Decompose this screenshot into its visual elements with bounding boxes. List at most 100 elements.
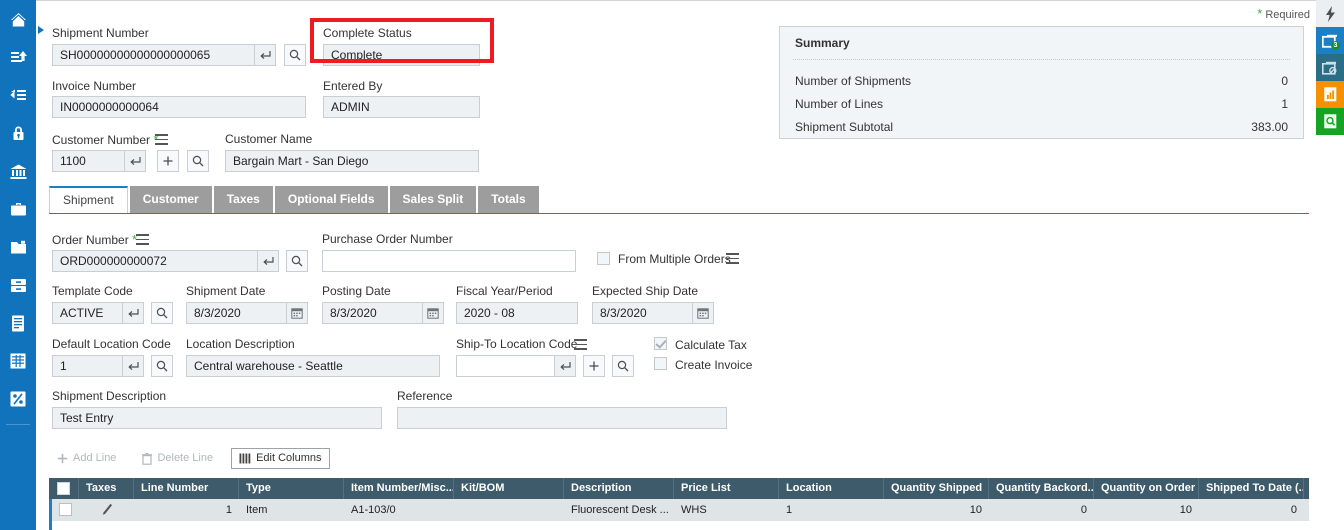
template-code-search-button[interactable] — [151, 302, 173, 324]
grid-col-price-list[interactable]: Price List — [674, 478, 779, 499]
reference-input[interactable] — [397, 407, 727, 429]
ship-to-location-code-menu-icon[interactable] — [574, 339, 587, 350]
complete-status-value: Complete — [323, 44, 480, 66]
customer-number-add-button[interactable] — [157, 150, 179, 172]
grid-col-kit-bom[interactable]: Kit/BOM — [454, 478, 564, 499]
grid-col-quantity-backordered[interactable]: Quantity Backord... — [989, 478, 1094, 499]
ship-to-location-code-add-button[interactable] — [583, 355, 605, 377]
purchase-order-number-input[interactable] — [322, 250, 576, 272]
window-stack-icon[interactable]: 3 — [1316, 27, 1344, 54]
required-asterisk: * — [1257, 6, 1263, 21]
drawer-icon[interactable] — [0, 266, 36, 304]
create-invoice-checkbox[interactable] — [654, 357, 667, 370]
grid-col-item-number[interactable]: Item Number/Misc.... — [344, 478, 454, 499]
rail-divider — [6, 424, 30, 425]
row-description: Fluorescent Desk ... — [571, 504, 669, 516]
calculate-tax-checkbox[interactable] — [654, 337, 667, 350]
document-icon[interactable] — [0, 304, 36, 342]
folder-icon[interactable] — [0, 228, 36, 266]
row-select-cell[interactable] — [52, 499, 79, 521]
order-number-input[interactable]: ORD000000000072 — [52, 250, 272, 272]
shipment-number-search-button[interactable] — [284, 44, 306, 66]
edit-pencil-icon — [102, 503, 112, 515]
shipment-number-enter-button[interactable] — [254, 44, 276, 66]
tab-sales-split[interactable]: Sales Split — [389, 186, 477, 214]
edit-columns-label: Edit Columns — [256, 452, 322, 464]
shipment-date-label: Shipment Date — [186, 284, 266, 298]
tab-customer[interactable]: Customer — [129, 186, 212, 214]
order-number-enter-button[interactable] — [257, 250, 279, 272]
shipment-date-calendar-icon[interactable] — [286, 302, 308, 324]
row-quantity-on-order: 10 — [1179, 504, 1192, 516]
customer-name-label: Customer Name — [225, 132, 313, 146]
add-line-button[interactable]: Add Line — [49, 448, 124, 469]
shipment-number-input[interactable]: SH00000000000000000065 — [52, 44, 272, 66]
briefcase-icon[interactable] — [0, 190, 36, 228]
customer-number-enter-button[interactable] — [124, 150, 146, 172]
bank-icon[interactable] — [0, 152, 36, 190]
from-multiple-orders-menu-icon[interactable] — [726, 253, 739, 264]
data-entry-icon[interactable] — [0, 38, 36, 76]
left-navigation-rail — [0, 0, 36, 530]
grid-col-quantity-on-order[interactable]: Quantity on Order ... — [1094, 478, 1199, 499]
order-number-search-button[interactable] — [286, 250, 308, 272]
tab-totals[interactable]: Totals — [478, 186, 539, 214]
lightning-icon[interactable] — [1316, 0, 1344, 27]
customer-number-menu-icon[interactable] — [155, 134, 168, 145]
row-quantity-backordered: 0 — [1080, 504, 1087, 516]
top-divider — [36, 0, 1316, 1]
customer-name-value: Bargain Mart - San Diego — [225, 150, 479, 172]
reference-label: Reference — [397, 389, 453, 403]
grid-col-description[interactable]: Description — [564, 478, 674, 499]
grid-col-taxes[interactable]: Taxes — [79, 478, 134, 499]
customer-number-search-button[interactable] — [187, 150, 209, 172]
row-select-checkbox[interactable] — [59, 503, 72, 516]
edit-columns-button[interactable]: Edit Columns — [231, 448, 330, 469]
table-icon[interactable] — [0, 342, 36, 380]
tab-underline — [49, 213, 1309, 214]
tab-shipment[interactable]: Shipment — [49, 186, 128, 214]
tab-taxes[interactable]: Taxes — [213, 186, 273, 214]
ship-to-location-code-enter-button[interactable] — [554, 355, 576, 377]
window-block-icon[interactable] — [1316, 54, 1344, 81]
fiscal-year-period-value: 2020 - 08 — [456, 302, 578, 324]
tab-optional-fields[interactable]: Optional Fields — [274, 186, 388, 214]
grid-col-line-number[interactable]: Line Number — [134, 478, 239, 499]
summary-value-shipments: 0 — [1281, 74, 1288, 88]
grid-col-shipped-to-date[interactable]: Shipped To Date (... — [1199, 478, 1304, 499]
percent-icon[interactable] — [0, 380, 36, 418]
default-location-code-label: Default Location Code — [52, 337, 171, 351]
select-all-checkbox[interactable] — [57, 482, 70, 495]
summary-panel: Summary Number of Shipments 0 Number of … — [779, 26, 1304, 139]
chart-document-icon[interactable] — [1316, 81, 1344, 108]
summary-value-subtotal: 383.00 — [1251, 120, 1288, 134]
delete-line-label: Delete Line — [157, 452, 214, 464]
lock-icon[interactable] — [0, 114, 36, 152]
grid-col-type[interactable]: Type — [239, 478, 344, 499]
from-multiple-orders-checkbox[interactable] — [597, 252, 610, 265]
default-location-code-enter-button[interactable] — [122, 355, 144, 377]
add-line-label: Add Line — [73, 452, 117, 464]
grid-select-all-header[interactable] — [49, 478, 79, 499]
table-row[interactable]: 1 Item A1-103/0 Fluorescent Desk ... WHS… — [49, 499, 1309, 521]
summary-row-lines: Number of Lines 1 — [795, 97, 1288, 111]
default-location-code-search-button[interactable] — [151, 355, 173, 377]
list-add-icon[interactable] — [0, 76, 36, 114]
search-document-icon[interactable] — [1316, 108, 1344, 135]
shipment-description-input[interactable]: Test Entry — [52, 407, 382, 429]
delete-line-button[interactable]: Delete Line — [134, 448, 221, 469]
grid-header-row: Taxes Line Number Type Item Number/Misc.… — [49, 478, 1309, 499]
row-taxes-edit-cell[interactable] — [79, 499, 134, 521]
expected-ship-date-calendar-icon[interactable] — [692, 302, 714, 324]
grid-col-location[interactable]: Location — [779, 478, 884, 499]
grid-col-quantity-shipped[interactable]: Quantity Shipped — [884, 478, 989, 499]
panel-expand-arrow[interactable] — [38, 26, 50, 38]
posting-date-calendar-icon[interactable] — [422, 302, 444, 324]
summary-row-subtotal: Shipment Subtotal 383.00 — [795, 120, 1288, 134]
customer-number-label: Customer Number * — [52, 132, 158, 147]
home-icon[interactable] — [0, 0, 36, 38]
ship-to-location-code-search-button[interactable] — [612, 355, 634, 377]
required-label: Required — [1265, 9, 1310, 21]
order-number-menu-icon[interactable] — [136, 234, 149, 245]
template-code-enter-button[interactable] — [122, 302, 144, 324]
